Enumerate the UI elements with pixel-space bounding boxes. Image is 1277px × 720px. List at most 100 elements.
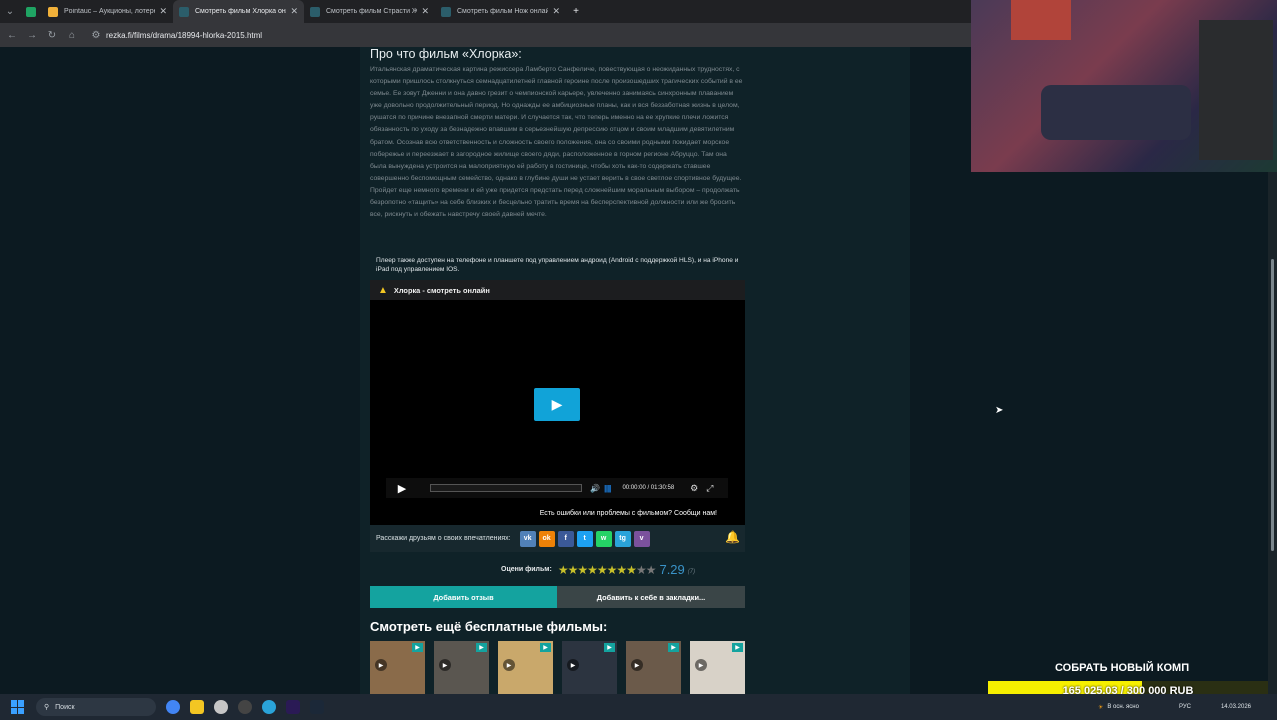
steam-icon[interactable]	[310, 700, 324, 714]
facebook-icon[interactable]: f	[557, 530, 574, 547]
tab-title: Смотреть фильм Нож онлайн	[457, 8, 549, 15]
star-icon[interactable]: ★	[626, 563, 637, 577]
forward-icon[interactable]: →	[22, 30, 42, 41]
film-thumbnail[interactable]: ▶ ▶	[370, 641, 425, 694]
play-icon[interactable]: ▶	[386, 482, 418, 495]
bookmark-button[interactable]: Добавить к себе в закладки...	[557, 586, 745, 608]
obs-icon[interactable]	[238, 700, 252, 714]
film-thumbnail[interactable]: ▶ ▶	[690, 641, 745, 694]
rating-widget: Оцени фильм: ★★★★★★★★★★ 7.29 (7)	[501, 562, 695, 577]
film-thumbnail[interactable]: ▶ ▶	[434, 641, 489, 694]
star-icon[interactable]: ★	[597, 563, 608, 577]
film-thumbnail[interactable]: ▶ ▶	[626, 641, 681, 694]
rezka-icon	[310, 6, 320, 17]
tab-1[interactable]: Смотреть фильм Хлорка онлайн ✕	[173, 0, 304, 23]
star-icon[interactable]: ★	[568, 563, 579, 577]
star-icon[interactable]: ★	[616, 563, 627, 577]
app-icon[interactable]	[214, 700, 228, 714]
add-review-button[interactable]: Добавить отзыв	[370, 586, 557, 608]
play-icon: ▶	[631, 659, 643, 671]
report-problem-link[interactable]: Есть ошибки или проблемы с фильмом? Сооб…	[540, 510, 717, 517]
star-icon[interactable]: ★	[577, 563, 588, 577]
rating-value: 7.29	[659, 562, 685, 577]
movie-description: Итальянская драматическая картина режисс…	[370, 66, 743, 219]
mouse-cursor-icon: ➤	[995, 405, 1004, 416]
weather-icon: ☀	[1098, 704, 1104, 711]
close-tab-icon[interactable]: ✕	[290, 6, 298, 17]
camera-icon: ▶	[668, 643, 679, 652]
telegram-icon[interactable]: tg	[614, 530, 631, 547]
film-thumbnail[interactable]: ▶ ▶	[498, 641, 553, 694]
more-films-list: ▶ ▶ ▶ ▶ ▶ ▶ ▶ ▶ ▶ ▶ ▶ ▶	[370, 641, 754, 694]
star-icon[interactable]: ★	[607, 563, 618, 577]
close-tab-icon[interactable]: ✕	[159, 6, 167, 17]
star-icon[interactable]: ★	[558, 563, 569, 577]
tab-3[interactable]: Смотреть фильм Нож онлайн ✕	[435, 0, 566, 23]
close-tab-icon[interactable]: ✕	[552, 6, 560, 17]
twitter-icon[interactable]: t	[576, 530, 593, 547]
time-display: 00:00:00 / 01:30:58	[622, 485, 675, 491]
close-tab-icon[interactable]: ✕	[421, 6, 429, 17]
star-icon[interactable]: ★	[587, 563, 598, 577]
rating-label: Оцени фильм:	[501, 566, 552, 573]
rezka-icon	[179, 6, 189, 17]
taskbar-search[interactable]: ⚲ Поиск	[36, 698, 156, 716]
fullscreen-icon[interactable]: ⤢	[706, 483, 713, 494]
rating-stars[interactable]: ★★★★★★★★★★	[558, 563, 657, 577]
wall-poster	[1011, 0, 1071, 40]
rating-votes: (7)	[687, 568, 696, 575]
url-field[interactable]: rezka.fi/films/drama/18994-hlorka-2015.h…	[106, 31, 262, 40]
scroll-thumb[interactable]	[1271, 259, 1274, 551]
player-controls: ▶ 🔊 |||||| 00:00:00 / 01:30:58 ⚙ ⤢	[386, 478, 728, 498]
tab-search-icon[interactable]: ⌄	[0, 6, 20, 17]
tab-sheets[interactable]	[20, 0, 42, 23]
play-icon: ▶	[503, 659, 515, 671]
premiere-icon[interactable]	[286, 700, 300, 714]
shelf	[1199, 20, 1273, 160]
volume-icon[interactable]: 🔊	[590, 484, 600, 493]
search-label: Поиск	[55, 703, 75, 711]
new-tab-button[interactable]: +	[566, 6, 586, 17]
play-icon: ▶	[695, 659, 707, 671]
camera-icon: ▶	[604, 643, 615, 652]
share-icons: vk ok f t w tg v	[517, 530, 650, 547]
star-icon[interactable]: ★	[636, 563, 647, 577]
tab-title: Pointauc – Аукционы, лотереи	[64, 8, 156, 15]
whatsapp-icon[interactable]: w	[595, 530, 612, 547]
more-films-title: Смотреть ещё бесплатные фильмы:	[370, 619, 608, 634]
search-icon: ⚲	[44, 704, 50, 711]
site-info-icon[interactable]: ⚙	[86, 30, 106, 41]
film-thumbnail[interactable]: ▶ ▶	[562, 641, 617, 694]
camera-icon: ▶	[732, 643, 743, 652]
play-button[interactable]: ▶	[534, 388, 580, 421]
chrome-icon[interactable]	[166, 700, 180, 714]
pointauc-icon	[48, 6, 58, 17]
content-column: Про что фильм «Хлорка»: Итальянская драм…	[360, 47, 910, 694]
settings-icon[interactable]: ⚙	[690, 483, 698, 494]
camera-icon: ▶	[476, 643, 487, 652]
star-icon[interactable]: ★	[646, 563, 657, 577]
windows-start-icon[interactable]	[11, 700, 25, 714]
reload-icon[interactable]: ↻	[42, 30, 62, 41]
webcam-overlay	[971, 0, 1277, 172]
seek-bar[interactable]	[430, 484, 582, 492]
bell-icon[interactable]: 🔔	[725, 530, 741, 546]
back-icon[interactable]: ←	[2, 30, 22, 41]
play-icon: ▶	[567, 659, 579, 671]
home-icon[interactable]: ⌂	[62, 30, 82, 41]
telegram-taskbar-icon[interactable]	[262, 700, 276, 714]
weather-text: В осн. ясно	[1107, 704, 1139, 710]
tab-2[interactable]: Смотреть фильм Страсти Жанны ✕	[304, 0, 435, 23]
player-note: Плеер также доступен на телефоне и планш…	[376, 257, 739, 273]
video-player[interactable]: ▶ ▶ 🔊 |||||| 00:00:00 / 01:30:58 ⚙ ⤢ Ест…	[370, 300, 745, 525]
odnoklassniki-icon[interactable]: ok	[538, 530, 555, 547]
tab-0[interactable]: Pointauc – Аукционы, лотереи ✕	[42, 0, 173, 23]
explorer-icon[interactable]	[190, 700, 204, 714]
viber-icon[interactable]: v	[633, 530, 650, 547]
vk-icon[interactable]: vk	[519, 530, 536, 547]
lang-indicator[interactable]: РУС	[1179, 704, 1191, 710]
player-header: ▲ Хлорка - смотреть онлайн	[370, 280, 745, 300]
camera-icon: ▶	[412, 643, 423, 652]
system-tray: ☀ В осн. ясно РУС 14.03.2026	[1098, 694, 1277, 720]
volume-slider[interactable]: ||||||	[604, 484, 612, 493]
